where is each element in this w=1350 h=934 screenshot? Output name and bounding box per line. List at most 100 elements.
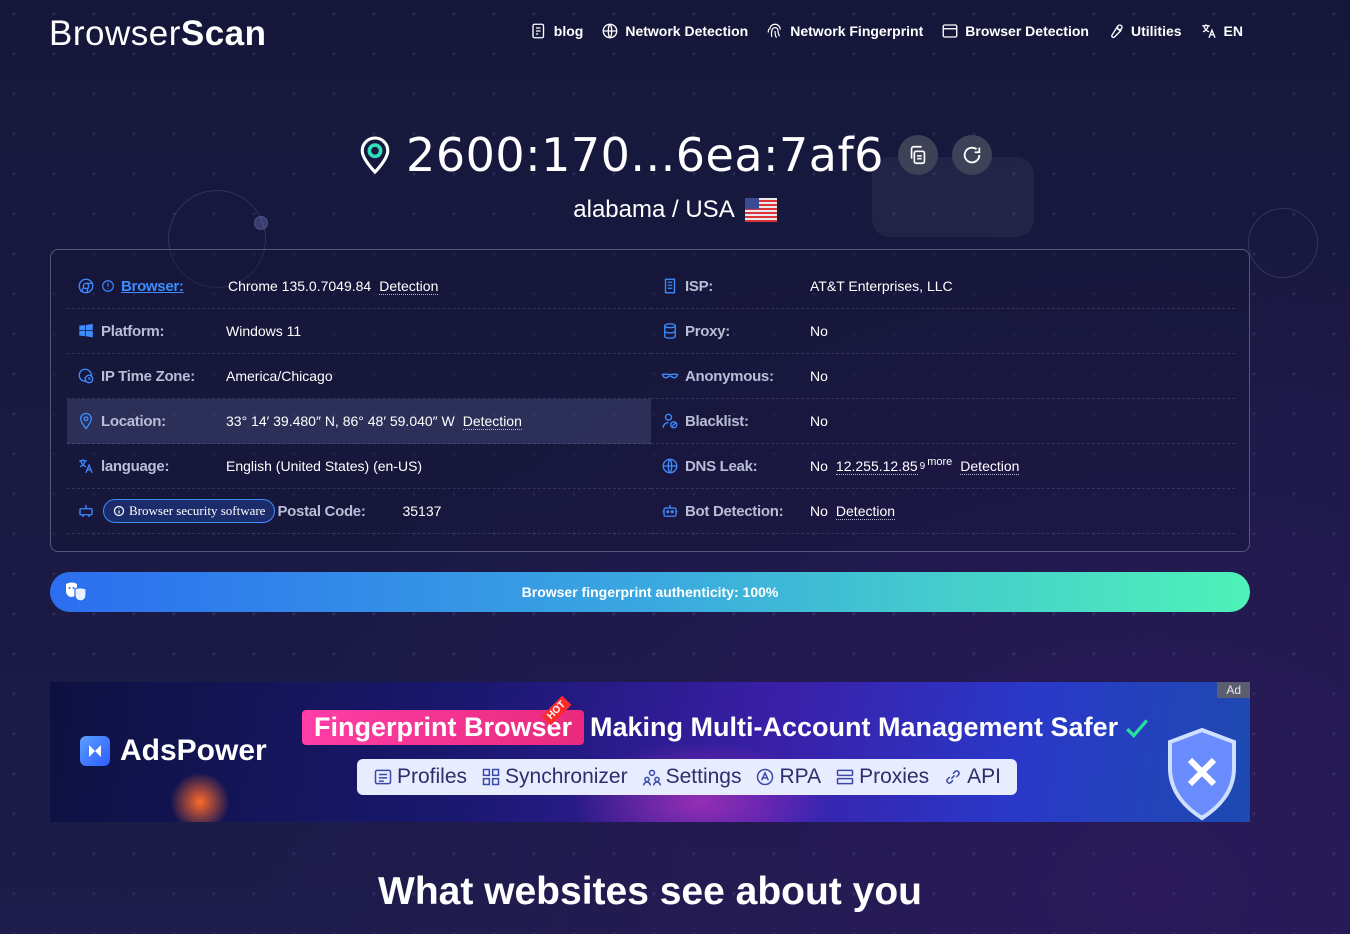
building-icon xyxy=(664,278,676,294)
mask-icon xyxy=(661,373,679,379)
nav-label: Utilities xyxy=(1130,23,1182,39)
copy-icon xyxy=(910,145,926,165)
value-text: No xyxy=(810,458,828,474)
browser-value: Chrome 135.0.7049.84 Detection xyxy=(228,278,439,295)
sync-grid-icon xyxy=(482,768,500,786)
browser-security-software-button[interactable]: Browser security software xyxy=(103,499,276,523)
blacklist-value: No xyxy=(810,413,828,429)
team-icon xyxy=(642,769,661,786)
ad-brand-name: AdsPower xyxy=(120,734,267,767)
server-icon xyxy=(836,769,854,785)
blacklist-label: Blacklist: xyxy=(685,412,749,430)
wrench-icon xyxy=(1111,24,1123,39)
feature-settings: Settings xyxy=(642,765,742,789)
more-link[interactable]: more xyxy=(927,456,952,468)
location-label: Location: xyxy=(101,412,166,430)
nav-network-detection[interactable]: Network Detection xyxy=(601,22,748,40)
feature-label: Synchronizer xyxy=(505,765,628,788)
user-block-icon xyxy=(662,413,678,429)
nav-blog[interactable]: blog xyxy=(530,22,584,40)
timezone-label: IP Time Zone: xyxy=(101,367,195,385)
nav-label: Browser Detection xyxy=(965,23,1089,39)
location-detection-link[interactable]: Detection xyxy=(462,413,522,430)
language-value: English (United States) (en-US) xyxy=(226,458,423,474)
anonymous-value: No xyxy=(810,368,828,384)
ad-pill: Fingerprint Browser HOT xyxy=(302,695,585,745)
ad-pill-text: Fingerprint Browser xyxy=(314,712,573,742)
row-timezone: IP Time Zone: America/Chicago xyxy=(67,354,651,399)
row-platform: Platform: Windows 11 xyxy=(67,309,651,354)
postal-code-value: 35137 xyxy=(402,503,442,519)
ad-headline: Fingerprint Browser HOT Making Multi-Acc… xyxy=(302,695,1150,745)
ip-display: 2600:170...6ea:7af6 xyxy=(0,128,1350,182)
dns-ip-link[interactable]: 12.255.12.85 xyxy=(835,458,918,475)
dns-leak-label: DNS Leak: xyxy=(685,457,758,475)
nav-network-fingerprint[interactable]: Network Fingerprint xyxy=(766,22,923,40)
timezone-value: America/Chicago xyxy=(226,368,333,384)
shield-icon xyxy=(1168,727,1236,821)
globe-icon xyxy=(602,23,618,39)
feature-label: Proxies xyxy=(859,765,930,788)
location-line: alabama / USA xyxy=(0,196,1350,224)
list-icon xyxy=(374,769,392,785)
checkmark-icon xyxy=(1126,718,1149,738)
bot-detection-label: Bot Detection: xyxy=(685,502,784,520)
feature-label: Settings xyxy=(665,765,742,788)
refresh-button[interactable] xyxy=(951,135,992,175)
copy-ip-button[interactable] xyxy=(897,135,938,175)
us-flag-icon xyxy=(744,198,777,222)
feature-proxies: Proxies xyxy=(835,765,929,789)
nav-label: blog xyxy=(553,23,584,39)
browser-detection-link[interactable]: Detection xyxy=(379,278,439,295)
adspower-ad-banner[interactable]: AdsPower Fingerprint Browser HOT Making … xyxy=(50,682,1250,822)
row-dns-leak: DNS Leak: No 12.255.12.85 9 more Detecti… xyxy=(651,444,1235,489)
translate-icon xyxy=(79,459,93,474)
authenticity-text: Browser fingerprint authenticity: 100% xyxy=(521,584,779,600)
ad-label: Ad xyxy=(1217,682,1250,698)
adspower-logo: AdsPower xyxy=(80,734,267,768)
value-text: Chrome 135.0.7049.84 xyxy=(228,278,372,294)
dns-detection-link[interactable]: Detection xyxy=(960,458,1020,475)
nav-browser-detection[interactable]: Browser Detection xyxy=(941,22,1089,40)
language-switcher[interactable]: EN xyxy=(1200,22,1243,40)
site-header: BrowserScan blog Network Detection Netwo… xyxy=(0,0,1350,70)
nav-label: Network Detection xyxy=(625,23,749,39)
row-bot-detection: Bot Detection: No Detection xyxy=(651,489,1235,534)
database-icon xyxy=(664,323,676,339)
row-isp: ISP: AT&T Enterprises, LLC xyxy=(651,264,1235,309)
isp-label: ISP: xyxy=(685,277,713,295)
feature-profiles: Profiles xyxy=(373,765,467,789)
globe-clock-icon xyxy=(78,368,94,384)
feature-api: API xyxy=(943,765,1001,789)
feature-rpa: RPA xyxy=(755,765,821,789)
row-language: language: English (United States) (en-US… xyxy=(67,444,651,489)
main-nav: blog Network Detection Network Fingerpri… xyxy=(530,22,1243,40)
bot-detection-link[interactable]: Detection xyxy=(835,503,896,520)
browserscan-logo[interactable]: BrowserScan xyxy=(49,14,267,54)
dns-leak-value: No 12.255.12.85 9 more Detection xyxy=(810,456,1020,475)
location-pin-icon xyxy=(360,136,390,175)
security-software-icon xyxy=(79,505,93,517)
value-text: 33° 14′ 39.480″ N, 86° 48′ 59.040″ W xyxy=(226,413,455,429)
ip-address: 2600:170...6ea:7af6 xyxy=(406,128,884,182)
feature-label: Profiles xyxy=(397,765,468,788)
row-browser: Browser: Chrome 135.0.7049.84 Detection xyxy=(67,264,651,309)
windows-icon xyxy=(79,323,93,338)
info-icon xyxy=(113,505,125,517)
browser-label[interactable]: Browser: xyxy=(121,278,228,295)
map-pin-icon xyxy=(80,412,92,430)
language-label: language: xyxy=(101,457,170,475)
nav-utilities[interactable]: Utilities xyxy=(1107,22,1182,40)
rpa-icon xyxy=(757,768,774,786)
fingerprint-icon xyxy=(767,23,782,39)
button-label: Browser security software xyxy=(129,503,266,518)
theater-masks-icon xyxy=(66,582,87,602)
value-text: No xyxy=(810,503,828,519)
dns-count: 9 xyxy=(919,460,926,472)
feature-label: API xyxy=(967,765,1001,788)
anonymous-label: Anonymous: xyxy=(685,367,774,385)
nav-label: Network Fingerprint xyxy=(790,23,924,39)
platform-value: Windows 11 xyxy=(226,323,302,339)
fingerprint-authenticity-bar: Browser fingerprint authenticity: 100% xyxy=(50,572,1250,612)
info-panel: Browser: Chrome 135.0.7049.84 Detection P… xyxy=(50,249,1250,552)
